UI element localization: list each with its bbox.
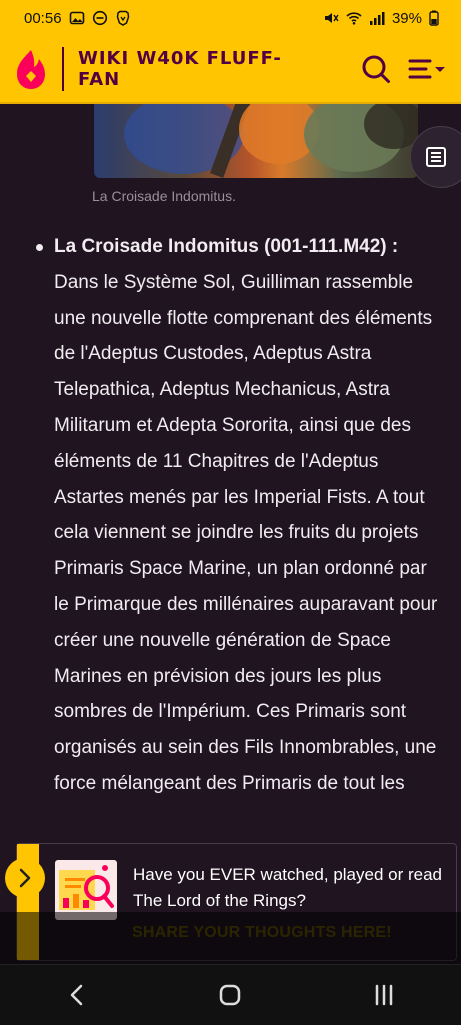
table-of-contents-button[interactable] [410, 126, 461, 188]
battery-percent: 39% [391, 9, 422, 27]
status-bar: 00:56 39% [0, 0, 461, 36]
bullet-point [36, 244, 43, 251]
battery-icon [429, 10, 439, 26]
article-image[interactable] [94, 104, 418, 178]
menu-icon[interactable] [407, 57, 447, 81]
status-left: 00:56 [24, 10, 131, 27]
brave-icon [116, 10, 129, 26]
recent-apps-icon[interactable] [354, 975, 414, 1015]
article-image-art [124, 104, 418, 178]
bullet-title[interactable]: La Croisade Indomitus (001-111.M42) : [54, 236, 398, 257]
clock: 00:56 [24, 9, 62, 27]
status-right: 39% [323, 10, 439, 27]
fandom-logo-icon[interactable] [14, 47, 48, 91]
back-icon[interactable] [47, 975, 107, 1015]
wifi-icon [346, 12, 362, 25]
header-actions [361, 54, 447, 84]
site-title[interactable]: WIKI W40K FLUFF-FAN [78, 48, 298, 90]
home-icon[interactable] [200, 975, 260, 1015]
article-content: La Croisade Indomitus. La Croisade Indom… [0, 104, 461, 964]
promo-text[interactable]: Have you EVER watched, played or read Th… [133, 862, 443, 914]
do-not-disturb-icon [92, 10, 107, 26]
promo-cta-button[interactable]: SHARE YOUR THOUGHTS HERE! [132, 924, 392, 942]
table-of-contents-icon [426, 147, 446, 167]
article-paragraph: Dans le Système Sol, Guilliman rassemble… [54, 271, 438, 794]
chevron-right-icon[interactable] [5, 858, 45, 898]
article-body: La Croisade Indomitus (001-111.M42) : Da… [36, 229, 446, 802]
system-nav-bar [0, 964, 461, 1025]
signal-icon [369, 12, 385, 25]
site-header: WIKI W40K FLUFF-FAN [0, 36, 461, 104]
search-icon[interactable] [361, 54, 391, 84]
promo-thumbnail [55, 860, 117, 920]
image-caption: La Croisade Indomitus. [92, 188, 236, 204]
mute-icon [324, 13, 339, 23]
header-divider [62, 47, 64, 91]
image-icon [69, 11, 84, 25]
